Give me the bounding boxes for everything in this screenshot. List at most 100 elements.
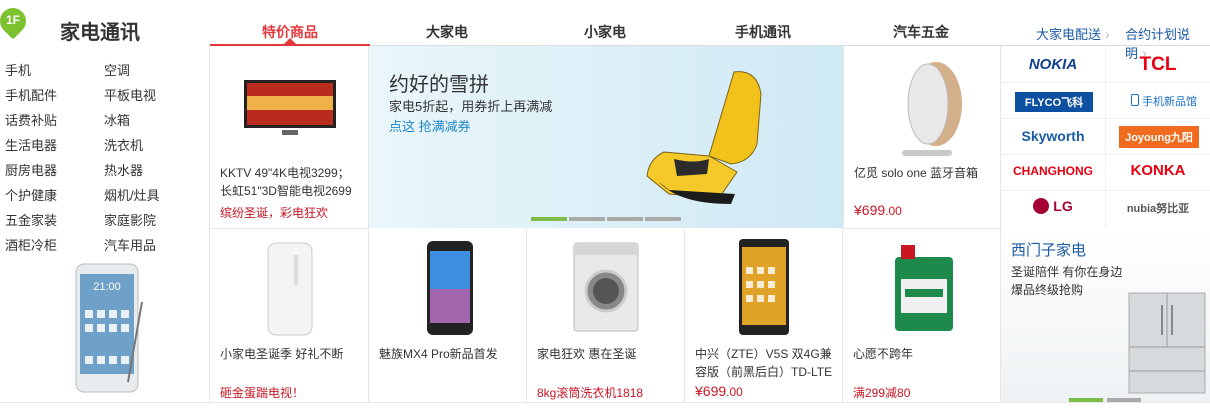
product-price: ¥699.00 bbox=[695, 383, 743, 399]
tab-mobile[interactable]: 手机通讯 bbox=[703, 22, 823, 42]
promo-banner[interactable]: 约好的雪拼 家电5折起，用券折上再满减 点这 抢满减券 bbox=[369, 46, 843, 228]
brand-konka[interactable]: KONKA bbox=[1106, 162, 1210, 179]
brand-grid-divider bbox=[1001, 82, 1210, 83]
product-name: 心愿不跨年 bbox=[853, 347, 914, 361]
zte-phone-image bbox=[739, 239, 789, 335]
product-name: 中兴（ZTE）V5S 双4G兼 bbox=[695, 347, 832, 361]
slide-indicator[interactable] bbox=[645, 217, 681, 221]
price-currency: ¥ bbox=[854, 202, 862, 218]
banner-headline: 约好的雪拼 bbox=[389, 74, 489, 96]
price-integer: 699 bbox=[702, 383, 727, 399]
speaker-image bbox=[902, 62, 962, 156]
category-link[interactable]: 空调 bbox=[104, 60, 130, 79]
product-card[interactable]: KKTV 49"4K电视3299； 长虹51"3D智能电视2699 缤纷圣诞，彩… bbox=[210, 46, 369, 229]
product-name: 亿觅 solo one 蓝牙音箱 bbox=[854, 166, 979, 180]
brand-changhong[interactable]: CHANGHONG bbox=[1001, 164, 1105, 178]
promo-phone-image[interactable]: 21:00 bbox=[70, 262, 150, 397]
tv-image bbox=[244, 80, 336, 135]
delivery-link[interactable]: 大家电配送 › bbox=[1036, 24, 1110, 43]
brand-lg[interactable]: LG bbox=[1001, 198, 1105, 214]
banner-subline: 家电5折起，用券折上再满减 bbox=[389, 99, 553, 114]
product-card[interactable]: 亿觅 solo one 蓝牙音箱 ¥699.00 bbox=[843, 46, 1001, 229]
product-name-line2: 容版（前黑后白）TD-LTE bbox=[695, 365, 833, 379]
floor-bottom-border bbox=[0, 402, 1210, 403]
siemens-title: 西门子家电 bbox=[1011, 242, 1087, 259]
siemens-promo[interactable]: 西门子家电 圣诞陪伴 有你在身边 爆品终级抢购 bbox=[1001, 229, 1210, 403]
product-name-line2: 长虹51"3D智能电视2699 bbox=[220, 184, 352, 198]
product-name: KKTV 49"4K电视3299； bbox=[220, 166, 350, 180]
floor-tabs: 特价商品 大家电 小家电 手机通讯 汽车五金 bbox=[210, 0, 1000, 46]
product-promo: 8kg滚筒洗衣机1818 bbox=[537, 386, 644, 400]
product-name: 小家电圣诞季 好礼不断 bbox=[220, 347, 344, 361]
product-price: ¥699.00 bbox=[854, 202, 902, 218]
brand-grid-divider bbox=[1001, 190, 1210, 191]
brand-grid-divider bbox=[1105, 46, 1106, 228]
product-promo: 砸金蛋踹电视！ bbox=[220, 386, 305, 400]
brand-lg-label: LG bbox=[1053, 198, 1073, 214]
tab-auto-hardware[interactable]: 汽车五金 bbox=[861, 22, 981, 42]
fridge-image bbox=[1128, 292, 1206, 394]
category-link[interactable]: 洗衣机 bbox=[104, 135, 143, 154]
category-link[interactable]: 手机 bbox=[5, 60, 31, 79]
product-card[interactable]: 小家电圣诞季 好礼不断 砸金蛋踹电视！ bbox=[210, 229, 369, 403]
category-link[interactable]: 五金家装 bbox=[5, 210, 57, 229]
product-card[interactable]: 魅族MX4 Pro新品首发 bbox=[369, 229, 527, 403]
product-card[interactable]: 心愿不跨年 满299减80 bbox=[843, 229, 1001, 403]
category-link[interactable]: 话费补贴 bbox=[5, 110, 57, 129]
category-link[interactable]: 汽车用品 bbox=[104, 235, 156, 254]
lg-logo-icon bbox=[1033, 198, 1050, 214]
category-sidebar: 手机 空调 手机配件 平板电视 话费补贴 冰箱 生活电器 洗衣机 厨房电器 热水… bbox=[0, 46, 210, 402]
brand-phone-store[interactable]: 手机新品馆 bbox=[1119, 93, 1209, 109]
chevron-right-icon: › bbox=[1105, 26, 1110, 42]
brand-grid-divider bbox=[1001, 118, 1210, 119]
washing-machine-image bbox=[573, 242, 639, 332]
product-name: 家电狂欢 惠在圣诞 bbox=[537, 347, 637, 361]
category-link[interactable]: 酒柜冷柜 bbox=[5, 235, 57, 254]
floor-badge: 1F bbox=[0, 2, 32, 44]
brand-grid: NOKIA TCL FLYCO飞科 手机新品馆 Skyworth Joyoung… bbox=[1001, 46, 1210, 228]
brand-nokia[interactable]: NOKIA bbox=[1001, 56, 1105, 73]
active-tab-arrow-icon bbox=[284, 38, 296, 44]
slide-indicator[interactable] bbox=[569, 217, 605, 221]
category-link[interactable]: 平板电视 bbox=[104, 85, 156, 104]
price-decimal: .00 bbox=[726, 385, 743, 399]
product-card[interactable]: 中兴（ZTE）V5S 双4G兼 容版（前黑后白）TD-LTE ¥699.00 bbox=[685, 229, 843, 403]
slide-indicator[interactable] bbox=[607, 217, 643, 221]
category-link[interactable]: 热水器 bbox=[104, 160, 143, 179]
floor-header: 1F 家电通讯 特价商品 大家电 小家电 手机通讯 汽车五金 大家电配送 › 合约… bbox=[0, 0, 1210, 61]
floor-number: 1F bbox=[5, 13, 20, 27]
category-link[interactable]: 个护健康 bbox=[5, 185, 57, 204]
brand-nubia[interactable]: nubia努比亚 bbox=[1106, 200, 1210, 216]
brand-skyworth[interactable]: Skyworth bbox=[1001, 128, 1105, 144]
brand-grid-divider bbox=[1001, 154, 1210, 155]
category-link[interactable]: 生活电器 bbox=[5, 135, 57, 154]
product-promo: 缤纷圣诞，彩电狂欢 bbox=[220, 206, 329, 220]
slide-indicator[interactable] bbox=[531, 217, 567, 221]
tab-small-appliances[interactable]: 小家电 bbox=[545, 22, 665, 42]
product-card[interactable]: 家电狂欢 惠在圣诞 8kg滚筒洗衣机1818 bbox=[527, 229, 685, 403]
brand-phone-store-label: 手机新品馆 bbox=[1142, 96, 1197, 108]
price-decimal: .00 bbox=[885, 204, 902, 218]
price-currency: ¥ bbox=[695, 383, 703, 399]
category-link[interactable]: 厨房电器 bbox=[5, 160, 57, 179]
phone-icon bbox=[1131, 94, 1139, 106]
brand-flyco[interactable]: FLYCO飞科 bbox=[1015, 92, 1093, 112]
tab-large-appliances[interactable]: 大家电 bbox=[387, 22, 507, 42]
siemens-line1: 圣诞陪伴 有你在身边 bbox=[1011, 265, 1123, 279]
price-integer: 699 bbox=[861, 202, 886, 218]
product-promo: 满299减80 bbox=[853, 386, 911, 400]
air-purifier-image bbox=[267, 242, 313, 336]
category-link[interactable]: 冰箱 bbox=[104, 110, 130, 129]
product-name: 魅族MX4 Pro新品首发 bbox=[379, 347, 498, 361]
banner-cta[interactable]: 点这 抢满减券 bbox=[389, 116, 471, 135]
brand-tcl[interactable]: TCL bbox=[1106, 54, 1210, 76]
meizu-phone-image bbox=[427, 241, 473, 335]
delivery-link-label: 大家电配送 bbox=[1036, 27, 1102, 42]
floor-title[interactable]: 家电通讯 bbox=[60, 16, 140, 45]
category-link[interactable]: 家庭影院 bbox=[104, 210, 156, 229]
category-link[interactable]: 手机配件 bbox=[5, 85, 57, 104]
category-link[interactable]: 烟机/灶具 bbox=[104, 185, 160, 204]
massage-chair-image bbox=[646, 71, 762, 204]
brand-joyoung[interactable]: Joyoung九阳 bbox=[1119, 126, 1199, 148]
motor-oil-image bbox=[895, 245, 953, 331]
